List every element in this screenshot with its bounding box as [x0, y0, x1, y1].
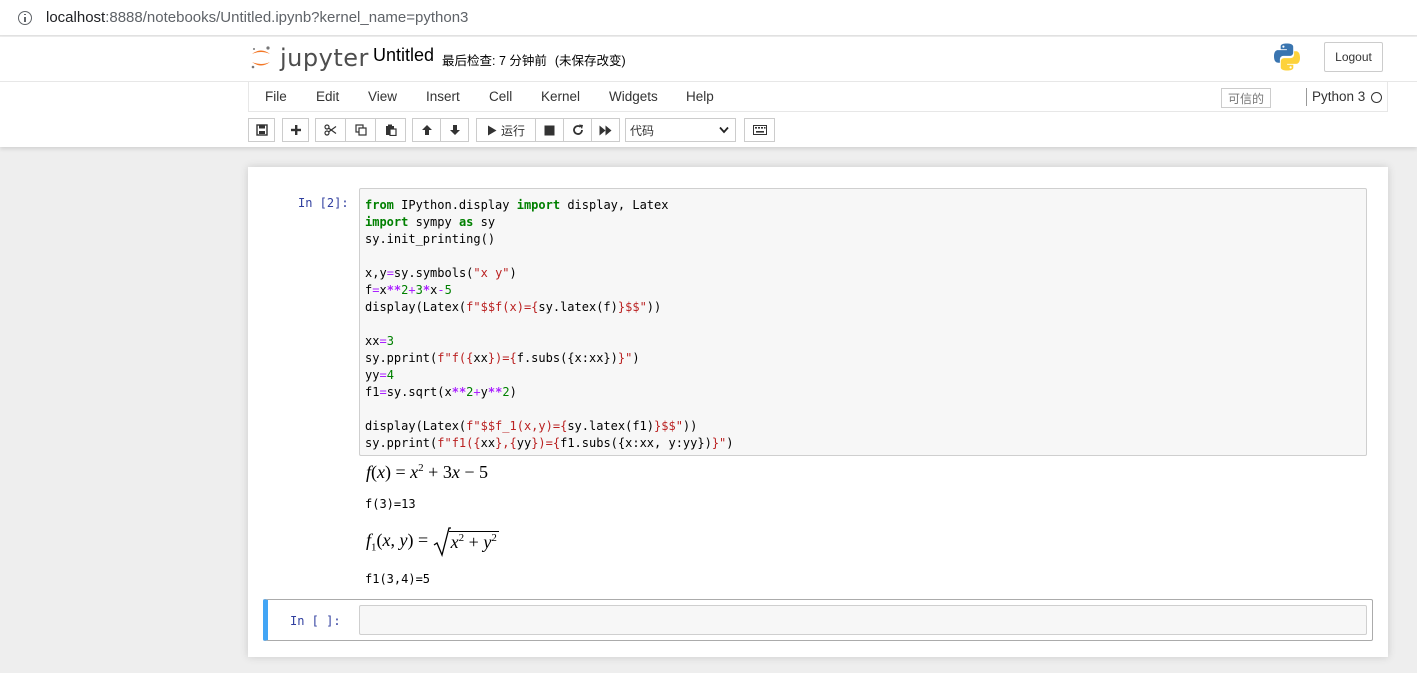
chevron-down-icon	[719, 126, 729, 134]
cell-type-value: 代码	[630, 123, 655, 138]
menu-view[interactable]: View	[368, 89, 397, 104]
url-text[interactable]: localhost:8888/notebooks/Untitled.ipynb?…	[46, 9, 468, 26]
menubar: File Edit View Insert Cell Kernel Widget…	[248, 82, 1388, 112]
stop-icon	[544, 125, 555, 135]
refresh-icon	[572, 124, 583, 135]
arrow-up-icon	[421, 125, 432, 135]
move-down-button[interactable]	[440, 118, 469, 142]
cell1-input-prompt: In [2]:	[298, 196, 349, 210]
checkpoint-status: 最后检查: 7 分钟前 (未保存改变)	[442, 50, 626, 69]
keyboard-icon	[752, 125, 767, 135]
trusted-badge[interactable]: 可信的	[1221, 88, 1272, 108]
notebook-container: In [2]: from IPython.display import disp…	[248, 167, 1388, 657]
site-info-icon[interactable]	[18, 10, 32, 25]
menu-file[interactable]: File	[265, 89, 287, 104]
output-text-f3: f(3)=13	[365, 497, 416, 511]
run-label: 运行	[500, 123, 525, 138]
menu-widgets[interactable]: Widgets	[609, 89, 658, 104]
jupyter-wordmark: jupyter	[280, 44, 369, 72]
cell2-code-editor[interactable]	[359, 605, 1367, 635]
scissors-icon	[324, 124, 337, 136]
menu-help[interactable]: Help	[686, 89, 714, 104]
arrow-down-icon	[449, 125, 460, 135]
kernel-idle-icon	[1371, 92, 1382, 103]
insert-cell-button[interactable]	[282, 118, 309, 142]
cell2-input-prompt: In [ ]:	[290, 614, 341, 628]
jupyter-logo[interactable]: jupyter	[250, 43, 369, 73]
move-up-button[interactable]	[412, 118, 441, 142]
copy-button[interactable]	[345, 118, 376, 142]
command-palette-button[interactable]	[744, 118, 775, 142]
restart-button[interactable]	[563, 118, 592, 142]
url-path: :8888/notebooks/Untitled.ipynb?kernel_na…	[105, 9, 469, 26]
kernel-name: Python 3	[1312, 89, 1366, 104]
fast-forward-icon	[599, 125, 612, 135]
save-button[interactable]	[248, 118, 275, 142]
menu-kernel[interactable]: Kernel	[541, 89, 580, 104]
output-latex-f: f(x) = x2 + 3x − 5	[366, 462, 488, 482]
last-checkpoint: 最后检查: 7 分钟前	[442, 54, 547, 68]
plus-icon	[290, 125, 301, 135]
cell1-code-editor[interactable]: from IPython.display import display, Lat…	[359, 188, 1367, 456]
run-button[interactable]: 运行	[476, 118, 536, 142]
notebook-header: jupyter Untitled 最后检查: 7 分钟前 (未保存改变) Logo…	[0, 37, 1417, 147]
jupyter-logo-icon	[251, 46, 270, 69]
paste-icon	[385, 124, 397, 136]
logout-button[interactable]: Logout	[1324, 42, 1383, 72]
menu-insert[interactable]: Insert	[426, 89, 460, 104]
menu-cell[interactable]: Cell	[489, 89, 512, 104]
output-latex-f1: f1(x, y) = x2 + y2	[366, 527, 499, 557]
interrupt-button[interactable]	[535, 118, 564, 142]
play-icon	[487, 125, 497, 135]
cell1-code[interactable]: from IPython.display import display, Lat…	[360, 189, 1366, 452]
unsaved-indicator: (未保存改变)	[554, 54, 626, 68]
url-host: localhost	[46, 9, 106, 26]
copy-icon	[354, 124, 367, 136]
notebook-title[interactable]: Untitled	[373, 45, 434, 66]
paste-button[interactable]	[375, 118, 406, 142]
output-text-f1: f1(3,4)=5	[365, 572, 431, 586]
menu-edit[interactable]: Edit	[316, 89, 339, 104]
save-icon	[255, 124, 268, 136]
restart-run-all-button[interactable]	[591, 118, 620, 142]
browser-address-bar[interactable]: localhost:8888/notebooks/Untitled.ipynb?…	[0, 0, 1417, 36]
cell-type-select[interactable]: 代码	[625, 118, 736, 142]
cut-button[interactable]	[315, 118, 346, 142]
python-logo-icon	[1274, 43, 1300, 71]
cell2-selected[interactable]: In [ ]:	[263, 599, 1373, 641]
kernel-divider	[1306, 88, 1307, 106]
